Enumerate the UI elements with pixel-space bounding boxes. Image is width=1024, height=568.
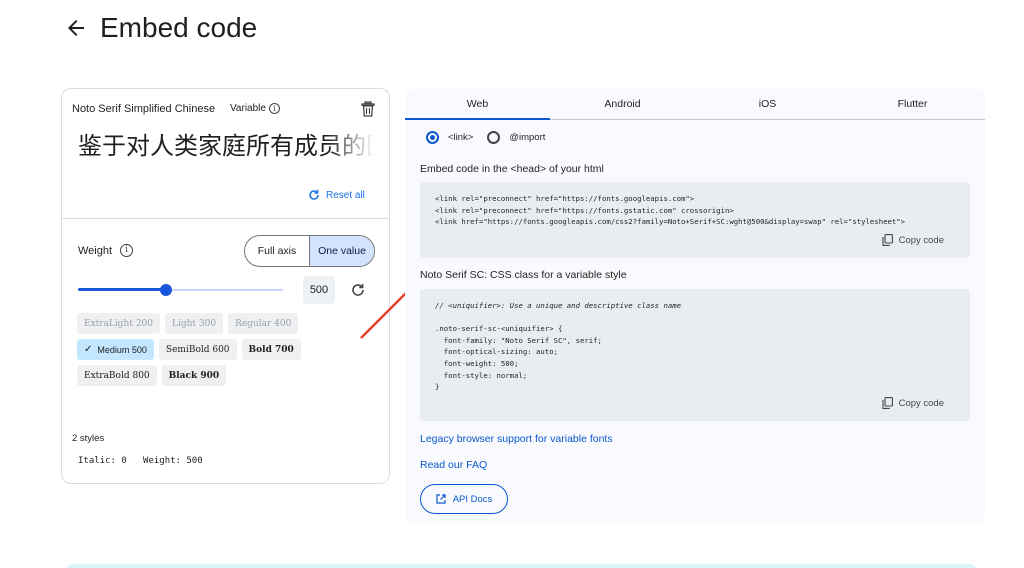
slider-fill (78, 288, 166, 291)
weight-chip[interactable]: Light 300 (165, 313, 224, 334)
weight-info-icon[interactable]: i (120, 244, 134, 257)
tab-android[interactable]: Android (550, 89, 695, 119)
css-code-block[interactable]: // <uniquifier>: Use a unique and descri… (420, 289, 970, 421)
code-line: font-style: normal; (435, 370, 528, 380)
copy-head-code-label: Copy code (898, 234, 944, 246)
check-icon: ✓ (84, 344, 93, 355)
weight-chip[interactable]: ExtraBold 800 (77, 365, 157, 386)
legacy-support-link[interactable]: Legacy browser support for variable font… (420, 433, 613, 445)
reset-all-button[interactable]: Reset all (308, 189, 365, 201)
weight-chip-label: Bold 700 (248, 344, 294, 355)
chip-row: ExtraLight 200 Light 300 Regular 400 (77, 313, 377, 334)
back-arrow-icon[interactable] (64, 16, 88, 40)
tab-flutter[interactable]: Flutter (840, 89, 985, 119)
reset-all-label: Reset all (326, 189, 365, 201)
copy-css-code-label: Copy code (898, 397, 944, 409)
weight-chip-label: ExtraBold 800 (84, 370, 150, 381)
weight-chip[interactable]: Regular 400 (228, 313, 299, 334)
embed-type-radio-group: <link> @import (426, 131, 559, 144)
link-radio[interactable]: <link> (426, 131, 473, 144)
copy-css-code-button[interactable]: Copy code (882, 397, 944, 409)
font-family-name: Noto Serif Simplified Chinese (72, 103, 216, 115)
faq-link[interactable]: Read our FAQ (420, 459, 487, 471)
weight-chip[interactable]: Black 900 (161, 365, 227, 386)
info-icon[interactable]: i (268, 103, 280, 114)
tab-web[interactable]: Web (405, 89, 550, 120)
card-divider (62, 218, 389, 219)
code-line: font-weight: 500; (435, 358, 519, 368)
code-line: <link href="https://fonts.googleapis.com… (435, 217, 906, 227)
variable-label: Variable i (230, 103, 280, 114)
code-line: // <uniquifier>: Use a unique and descri… (435, 301, 682, 310)
tab-ios[interactable]: iOS (695, 89, 840, 119)
weight-label-row: Weight i (78, 244, 134, 257)
styles-values: Italic: 0 Weight: 500 (78, 456, 203, 466)
radio-circle-icon (426, 131, 439, 144)
code-line: } (435, 382, 440, 392)
weight-chip-label: Medium 500 (97, 344, 147, 355)
radio-circle-icon (487, 131, 501, 144)
one-value-button[interactable]: One value (309, 236, 374, 266)
import-radio[interactable]: @import (487, 131, 545, 144)
embed-code-panel: Web Android iOS Flutter <link> @import Embed… (405, 89, 985, 523)
chip-row: ExtraBold 800 Black 900 (77, 365, 377, 386)
trash-icon[interactable] (361, 101, 375, 117)
code-line: font-family: "Noto Serif SC", serif; (435, 335, 602, 345)
weight-chip-group: ExtraLight 200 Light 300 Regular 400 ✓ Mediu… (77, 313, 377, 391)
chip-row: ✓ Medium 500 SemiBold 600 Bold 700 (77, 339, 377, 360)
font-settings-card: Noto Serif Simplified Chinese Variable i… (61, 88, 390, 484)
full-axis-button[interactable]: Full axis (245, 236, 309, 266)
copy-icon (882, 234, 893, 246)
weight-value-field[interactable]: 500 (303, 276, 335, 304)
weight-chip[interactable]: Bold 700 (241, 339, 301, 360)
open-external-icon (436, 494, 446, 504)
variable-text: Variable (230, 103, 266, 114)
weight-chip-label: ExtraLight 200 (84, 318, 153, 329)
refresh-icon[interactable] (351, 283, 365, 297)
page-title: Embed code (100, 12, 258, 43)
weight-label: Weight (78, 244, 113, 257)
weight-chip[interactable]: SemiBold 600 (158, 339, 237, 360)
css-class-label: Noto Serif SC: CSS class for a variable … (420, 269, 627, 281)
styles-count: 2 styles (72, 433, 105, 444)
weight-chip-label: Regular 400 (235, 318, 292, 329)
weight-chip-label: Light 300 (172, 318, 217, 329)
weight-chip[interactable]: ExtraLight 200 (77, 313, 160, 334)
weight-chip[interactable]: ✓ Medium 500 (77, 339, 154, 360)
head-code-block[interactable]: <link rel="preconnect" href="https://fon… (420, 182, 970, 258)
slider-thumb[interactable] (160, 284, 172, 296)
api-docs-button[interactable]: API Docs (420, 484, 508, 514)
css-code-lines: // <uniquifier>: Use a unique and descri… (435, 300, 681, 393)
head-code-lines: <link rel="preconnect" href="https://fon… (435, 193, 905, 228)
reset-icon (309, 189, 319, 200)
font-preview-text[interactable]: 鉴于对人类家庭所有成员的固有尊严及其平等的和不移的权利的承认 (78, 131, 374, 161)
axis-mode-toggle: Full axis One value (244, 235, 375, 267)
head-embed-label: Embed code in the <head> of your html (420, 163, 604, 175)
platform-tabs: Web Android iOS Flutter (405, 89, 985, 120)
weight-chip-label: SemiBold 600 (165, 344, 230, 355)
code-line: <link rel="preconnect" href="https://fon… (435, 205, 734, 215)
code-line: <link rel="preconnect" href="https://fon… (435, 194, 695, 203)
copy-icon (882, 397, 893, 409)
weight-chip-label: Black 900 (168, 370, 220, 381)
weight-slider[interactable] (78, 282, 283, 298)
radio-label: <link> (448, 132, 474, 143)
code-line: .noto-serif-sc-<uniquifier> { (435, 324, 563, 334)
radio-label: @import (509, 132, 546, 143)
copy-head-code-button[interactable]: Copy code (882, 234, 944, 246)
api-docs-label: API Docs (452, 493, 493, 505)
bottom-banner (66, 564, 976, 568)
code-line: font-optical-sizing: auto; (435, 347, 559, 357)
